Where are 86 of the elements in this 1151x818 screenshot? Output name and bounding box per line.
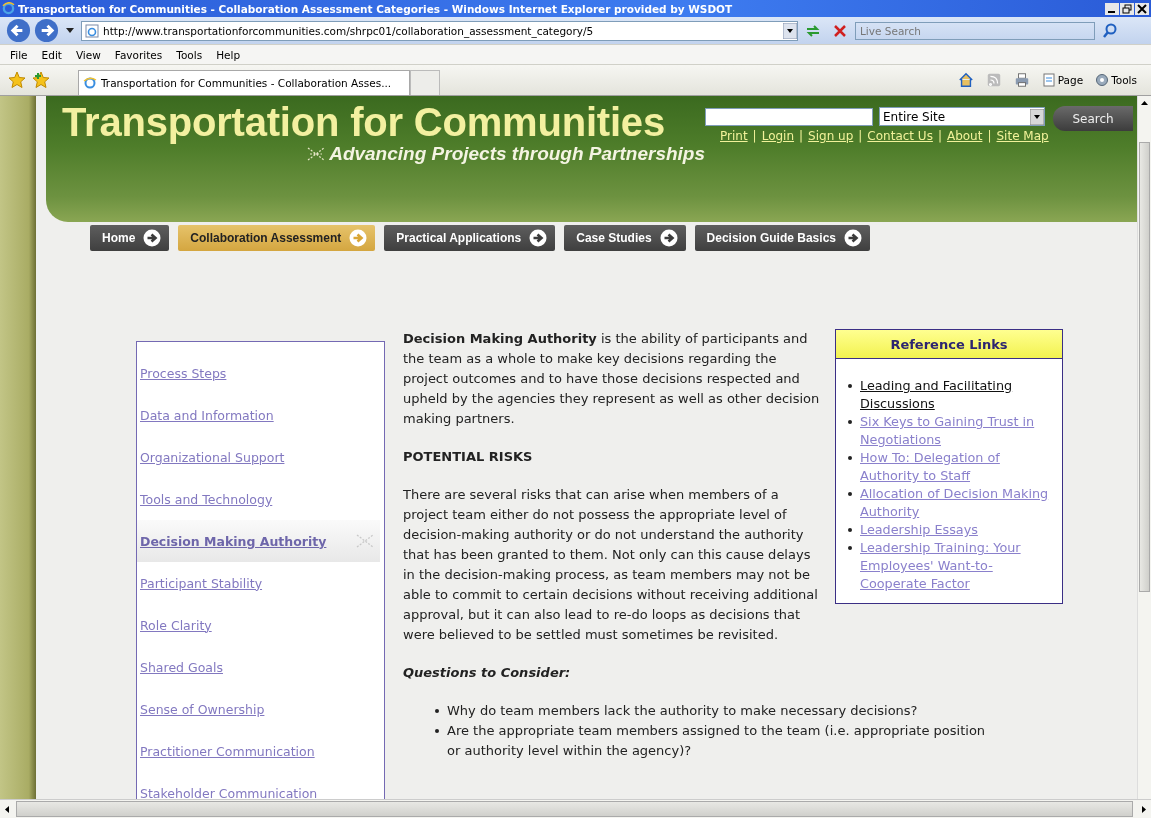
- bullet-icon: [435, 729, 439, 733]
- search-field[interactable]: [705, 107, 873, 126]
- nav-tab[interactable]: Decision Guide Basics: [694, 225, 870, 251]
- dropdown-icon[interactable]: [783, 22, 797, 39]
- tools-menu-button[interactable]: Tools: [1095, 73, 1137, 87]
- minimize-icon[interactable]: [1105, 2, 1119, 15]
- bullet-icon: [435, 709, 439, 713]
- menu-item[interactable]: View: [69, 48, 107, 61]
- browser-tab[interactable]: Transportation for Communities - Collaboration Asses...: [78, 70, 410, 95]
- window-title: Transportation for Communities - Collaboration Assessment Categories - Windows Internet Explorer provided by WSDOT: [18, 2, 734, 15]
- bullet-icon: [848, 384, 852, 388]
- sidebar-link[interactable]: Tools and Technology: [140, 491, 273, 507]
- horizontal-scrollbar[interactable]: [0, 799, 1151, 818]
- gear-icon: [1095, 73, 1110, 87]
- home-icon[interactable]: [957, 72, 974, 88]
- bullet-icon: [848, 420, 852, 424]
- intro-paragraph: Decision Making Authority is the ability of participants and the team as a whole to make key decisions regarding the project outcomes and to have those decisions respected and upheld by the agencies they represent as well as other decision making partners.: [403, 330, 821, 428]
- sidebar-link[interactable]: Practitioner Communication: [140, 743, 315, 759]
- site-title: Transportation for Communities: [62, 100, 665, 145]
- separator: |: [752, 129, 757, 143]
- separator: |: [987, 129, 992, 143]
- header-link[interactable]: Contact Us: [867, 129, 933, 143]
- risks-paragraph: There are several risks that can arise when members of a project team either do not possess the appropriate level of decision-making authority or do not understand the authority that has been granted to them. Not only can this cause delays in the decision-making process, as team members may not be able to commit to certain decisions without receiving additional approval, but it can also lead to re-do loops as decisions that were believed to be settled must sometimes be revisited.: [403, 486, 819, 644]
- search-field[interactable]: Live Search: [855, 21, 1095, 40]
- section-heading: POTENTIAL RISKS: [403, 448, 534, 466]
- sparkle-icon: [356, 534, 374, 548]
- menu-item[interactable]: Favorites: [108, 48, 169, 61]
- sidebar-link[interactable]: Organizational Support: [140, 449, 285, 465]
- questions-heading: Questions to Consider:: [403, 664, 572, 682]
- nav-tab[interactable]: Collaboration Assessment: [178, 225, 376, 251]
- page-icon: [83, 76, 97, 90]
- menu-item[interactable]: Edit: [35, 48, 68, 61]
- address-field[interactable]: http://www.transportationforcommunities.com/shrpc01/collaboration_assessment_category/5: [81, 20, 798, 41]
- forward-icon[interactable]: [34, 18, 59, 43]
- dropdown-icon[interactable]: [1030, 108, 1044, 125]
- page-icon: [85, 23, 99, 38]
- back-icon[interactable]: [6, 18, 31, 43]
- list-item: Are the appropriate team members assigned to the team (i.e. appropriate position or authority level within the agency)?: [447, 722, 987, 760]
- reference-link[interactable]: Six Keys to Gaining Trust in Negotiations: [860, 413, 1052, 449]
- bullet-icon: [848, 492, 852, 496]
- sidebar-link[interactable]: Process Steps: [140, 365, 227, 381]
- menu-item[interactable]: Tools: [170, 48, 209, 61]
- reference-link[interactable]: Leading and Facilitating Discussions: [860, 377, 1052, 413]
- separator: |: [799, 129, 804, 143]
- printer-icon[interactable]: [1013, 72, 1030, 88]
- sidebar-link[interactable]: Shared Goals: [140, 659, 223, 675]
- bullet-icon: [848, 456, 852, 460]
- nav-tab[interactable]: Home: [90, 225, 170, 251]
- scope-dropdown[interactable]: Entire Site: [879, 107, 1045, 126]
- menu-item[interactable]: File: [4, 48, 34, 61]
- bullet-icon: [848, 528, 852, 532]
- reference-link[interactable]: How To: Delegation of Authority to Staff: [860, 449, 1052, 485]
- separator: |: [937, 129, 942, 143]
- search-button[interactable]: Search: [1053, 106, 1133, 131]
- reference-link[interactable]: Leadership Training: Your Employees' Want-to-Cooperate Factor: [860, 539, 1052, 593]
- nav-tab[interactable]: Practical Applications: [384, 225, 556, 251]
- star-icon[interactable]: [8, 71, 26, 89]
- sparkle-icon: [307, 147, 326, 161]
- list-item: Why do team members lack the authority to make necessary decisions?: [447, 702, 918, 720]
- sidebar-link[interactable]: Data and Information: [140, 407, 274, 423]
- sidebar-link[interactable]: Participant Stability: [140, 575, 263, 591]
- browser-logo-icon: [2, 2, 15, 15]
- header-link[interactable]: About: [946, 129, 983, 143]
- separator: |: [858, 129, 863, 143]
- header-link[interactable]: Login: [761, 129, 795, 143]
- vertical-scrollbar[interactable]: [1137, 96, 1151, 799]
- add-favorite-icon[interactable]: [32, 71, 50, 89]
- panel-title: Reference Links: [836, 330, 1062, 359]
- restore-icon[interactable]: [1120, 2, 1134, 15]
- header-link[interactable]: Site Map: [996, 129, 1049, 143]
- page-icon: [1041, 73, 1056, 87]
- page-menu-button[interactable]: Page: [1041, 73, 1084, 87]
- sidebar-link[interactable]: Stakeholder Communication: [140, 785, 318, 799]
- sidebar-link[interactable]: Role Clarity: [140, 617, 212, 633]
- sidebar-link[interactable]: Sense of Ownership: [140, 701, 265, 717]
- reference-link[interactable]: Allocation of Decision Making Authority: [860, 485, 1052, 521]
- menu-item[interactable]: Help: [210, 48, 247, 61]
- nav-tab[interactable]: Case Studies: [564, 225, 686, 251]
- header-link[interactable]: Sign up: [808, 129, 854, 143]
- reference-link[interactable]: Leadership Essays: [860, 521, 978, 539]
- caret-icon[interactable]: [66, 28, 74, 33]
- site-tagline: Advancing Projects through Partnerships: [329, 143, 705, 165]
- header-link[interactable]: Print: [720, 129, 748, 143]
- close-icon[interactable]: [1135, 2, 1149, 15]
- bullet-icon: [848, 546, 852, 550]
- search-icon[interactable]: [1101, 21, 1119, 40]
